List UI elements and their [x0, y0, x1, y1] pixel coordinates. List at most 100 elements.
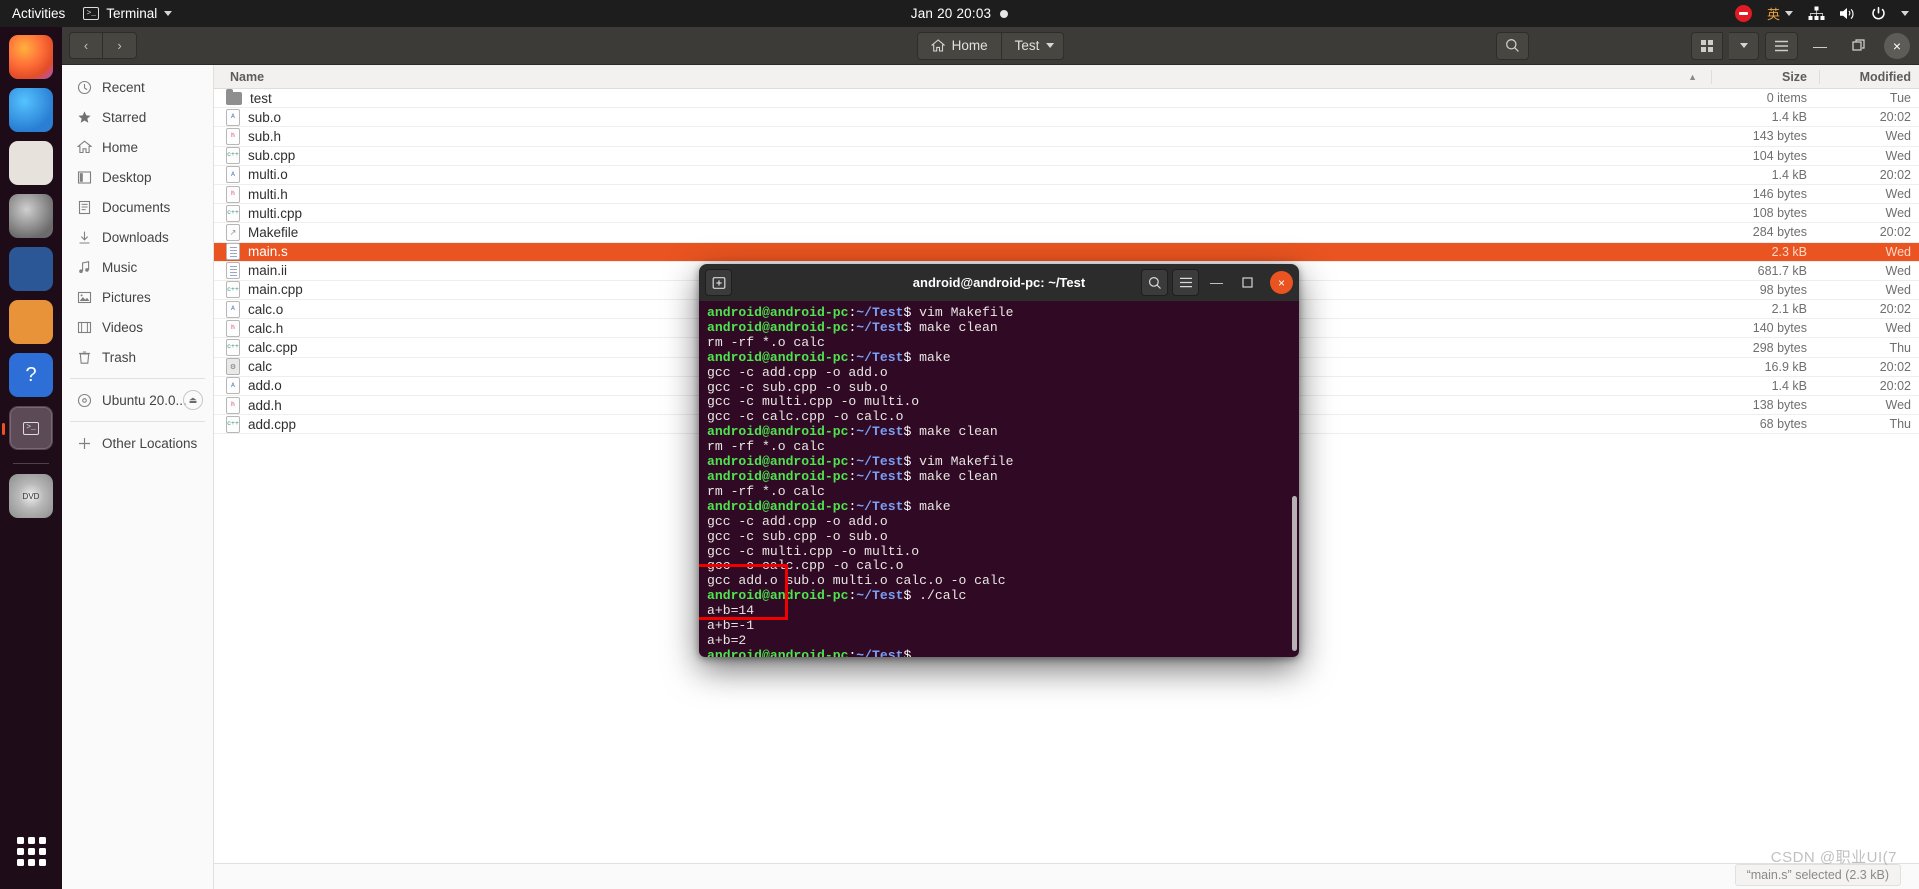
star-icon: [76, 110, 92, 125]
dock-item-thunderbird[interactable]: [9, 88, 53, 132]
breadcrumb-item-test[interactable]: Test: [1001, 31, 1065, 60]
column-header-size[interactable]: Size: [1711, 69, 1819, 84]
dock-item-rhythmbox[interactable]: [9, 194, 53, 238]
table-row[interactable]: h multi.h 146 bytes Wed: [214, 185, 1919, 205]
sidebar-item-desktop[interactable]: Desktop: [62, 162, 213, 192]
view-options-dropdown[interactable]: [1729, 31, 1759, 60]
breadcrumb-item-home[interactable]: Home: [916, 31, 1002, 60]
minimize-button[interactable]: —: [1804, 31, 1836, 61]
terminal-output[interactable]: android@android-pc:~/Test$ vim Makefile a…: [699, 301, 1299, 657]
file-name-label: multi.cpp: [248, 205, 303, 221]
do-not-disturb-icon[interactable]: [1734, 5, 1752, 22]
sidebar-label-desktop: Desktop: [102, 169, 152, 185]
activities-button[interactable]: Activities: [12, 6, 65, 21]
view-grid-button[interactable]: [1691, 31, 1723, 60]
dock-item-help[interactable]: ?: [9, 353, 53, 397]
file-size-cell: 104 bytes: [1752, 148, 1807, 163]
dock-item-ubuntu-software[interactable]: [9, 300, 53, 344]
network-icon[interactable]: [1808, 6, 1825, 21]
show-applications-button[interactable]: [9, 829, 53, 873]
terminal-prompt-line: android@android-pc:~/Test$ make clean: [707, 469, 1291, 485]
terminal-prompt-line: android@android-pc:~/Test$ make: [707, 350, 1291, 366]
clock[interactable]: Jan 20 20:03: [911, 6, 991, 21]
table-row[interactable]: main.s 2.3 kB Wed: [214, 242, 1919, 262]
sidebar-item-ubuntu-disc[interactable]: Ubuntu 20.0... ⏏: [62, 385, 213, 415]
terminal-close-button[interactable]: ×: [1270, 271, 1293, 294]
terminal-scrollbar[interactable]: [1292, 496, 1297, 651]
terminal-maximize-button[interactable]: [1234, 269, 1261, 296]
file-name-label: multi.o: [248, 167, 288, 183]
file-modified-cell: Wed: [1885, 263, 1911, 278]
terminal-output-line: gcc -c sub.cpp -o sub.o: [707, 379, 888, 395]
sidebar-item-starred[interactable]: Starred: [62, 102, 213, 132]
dock-item-terminal[interactable]: >_: [2, 406, 53, 450]
prompt-user-host: android@android-pc: [707, 305, 849, 320]
dock-item-firefox[interactable]: [9, 35, 53, 79]
file-modified-cell: Wed: [1885, 398, 1911, 413]
sidebar-item-trash[interactable]: Trash: [62, 342, 213, 372]
prompt-user-host: android@android-pc: [707, 424, 849, 440]
file-size-cell: 681.7 kB: [1757, 263, 1807, 278]
sidebar-item-documents[interactable]: Documents: [62, 192, 213, 222]
main-menu-button[interactable]: [1765, 31, 1798, 60]
prompt-user-host: android@android-pc: [707, 647, 849, 657]
power-icon[interactable]: [1870, 6, 1887, 21]
videos-icon: [76, 320, 92, 335]
dock-item-libreoffice-writer[interactable]: [9, 247, 53, 291]
app-indicator-terminal[interactable]: >_ Terminal: [83, 6, 173, 21]
table-row[interactable]: test 0 items Tue: [214, 89, 1919, 109]
sidebar-item-pictures[interactable]: Pictures: [62, 282, 213, 312]
file-name-cell: c++ multi.cpp: [214, 204, 1711, 222]
table-row[interactable]: c++ multi.cpp 108 bytes Wed: [214, 204, 1919, 224]
bin-file-icon: ⚙: [226, 358, 240, 376]
terminal-minimize-button[interactable]: —: [1203, 269, 1230, 296]
sidebar-label-ubuntu-disc: Ubuntu 20.0...: [102, 392, 187, 408]
sidebar-item-home[interactable]: Home: [62, 132, 213, 162]
chevron-down-icon[interactable]: [1901, 11, 1909, 16]
file-modified-cell: Tue: [1889, 91, 1911, 106]
sidebar-item-videos[interactable]: Videos: [62, 312, 213, 342]
new-tab-button[interactable]: [705, 269, 732, 296]
plus-icon: [76, 437, 92, 450]
back-button[interactable]: ‹: [69, 32, 103, 59]
dock-item-files[interactable]: [9, 141, 53, 185]
forward-button[interactable]: ›: [103, 32, 137, 59]
folder-file-icon: [226, 89, 242, 105]
dock-item-dvd-drive[interactable]: DVD: [9, 474, 53, 518]
hdr-file-icon: h: [226, 185, 240, 203]
table-row[interactable]: Amulti.o 1.4 kB 20:02: [214, 166, 1919, 185]
terminal-menu-button[interactable]: [1172, 269, 1199, 296]
sidebar-item-recent[interactable]: Recent: [62, 72, 213, 102]
volume-icon[interactable]: [1839, 6, 1856, 21]
search-icon: [1148, 276, 1161, 289]
terminal-command: vim Makefile: [911, 454, 1014, 470]
sidebar-label-videos: Videos: [102, 319, 144, 335]
sidebar-item-downloads[interactable]: Downloads: [62, 222, 213, 252]
file-size-cell: 146 bytes: [1752, 187, 1807, 202]
input-method-indicator[interactable]: 英: [1767, 4, 1793, 23]
terminal-search-button[interactable]: [1141, 269, 1168, 296]
file-name-label: main.ii: [248, 263, 288, 279]
eject-button[interactable]: ⏏: [183, 390, 203, 410]
files-header-bar: ‹ › Home Test — ×: [62, 27, 1919, 65]
sidebar-item-other-locations[interactable]: Other Locations: [62, 428, 213, 458]
sidebar-label-pictures: Pictures: [102, 289, 151, 305]
column-headers: Name ▲ Size Modified: [214, 65, 1919, 89]
close-button[interactable]: ×: [1884, 32, 1910, 59]
table-row[interactable]: h sub.h 143 bytes Wed: [214, 127, 1919, 147]
file-size-cell: 298 bytes: [1752, 340, 1807, 355]
maximize-button[interactable]: [1842, 31, 1874, 61]
column-header-modified[interactable]: Modified: [1819, 69, 1919, 84]
restore-icon: [1851, 39, 1865, 51]
file-modified-cell: 20:02: [1879, 378, 1911, 393]
table-row[interactable]: ↗ Makefile 284 bytes 20:02: [214, 223, 1919, 243]
sidebar-item-music[interactable]: Music: [62, 252, 213, 282]
table-row[interactable]: Asub.o 1.4 kB 20:02: [214, 108, 1919, 128]
column-header-name[interactable]: Name ▲: [214, 70, 1711, 84]
prompt-path: ~/Test: [856, 647, 904, 657]
cpp-file-icon: c++: [226, 204, 240, 222]
terminal-prompt-line: android@android-pc:~/Test$ vim Makefile: [707, 305, 1291, 321]
table-row[interactable]: c++ sub.cpp 104 bytes Wed: [214, 147, 1919, 166]
search-button[interactable]: [1496, 31, 1529, 60]
terminal-prompt-line: android@android-pc:~/Test$ make clean: [707, 424, 1291, 440]
